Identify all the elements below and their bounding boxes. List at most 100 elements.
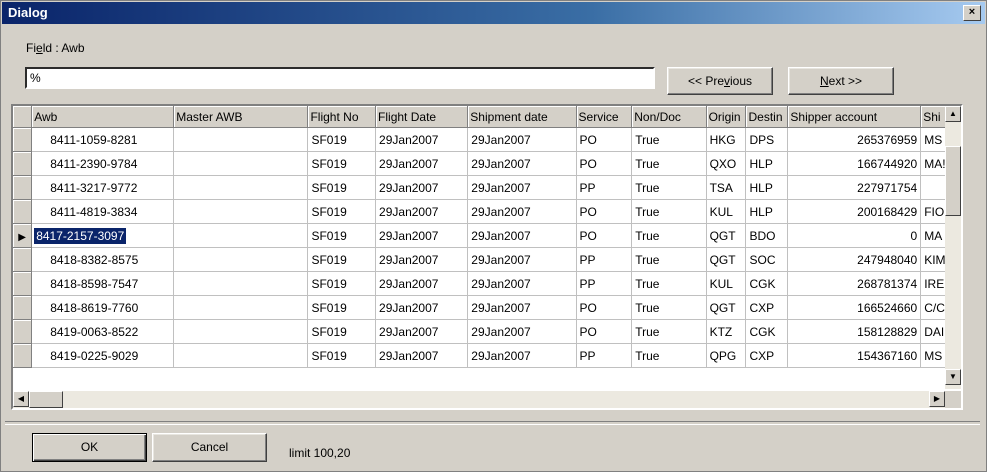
table-cell[interactable]: KUL — [706, 271, 747, 296]
table-cell[interactable]: 29Jan2007 — [375, 199, 469, 224]
horizontal-scrollbar[interactable]: ◀ ▶ — [13, 391, 945, 408]
column-header[interactable]: Service — [576, 106, 633, 128]
table-cell[interactable]: 29Jan2007 — [375, 223, 469, 248]
table-cell[interactable]: 29Jan2007 — [375, 247, 469, 272]
table-cell[interactable]: 29Jan2007 — [467, 127, 577, 152]
column-header[interactable]: Awb — [31, 106, 175, 128]
row-indicator[interactable] — [13, 175, 33, 200]
table-cell[interactable]: 29Jan2007 — [467, 247, 577, 272]
horizontal-scroll-thumb[interactable] — [29, 391, 63, 408]
table-cell[interactable]: QPG — [706, 343, 747, 368]
table-cell[interactable]: 8418-8382-8575 — [31, 247, 175, 272]
table-cell[interactable]: SF019 — [307, 223, 377, 248]
table-cell[interactable]: CGK — [745, 271, 789, 296]
table-cell[interactable]: SF019 — [307, 151, 377, 176]
table-cell[interactable]: 166524660 — [787, 295, 922, 320]
table-cell[interactable]: 166744920 — [787, 151, 922, 176]
table-cell[interactable]: 29Jan2007 — [375, 319, 469, 344]
table-cell[interactable]: SOC — [745, 247, 789, 272]
table-cell[interactable]: 29Jan2007 — [375, 175, 469, 200]
table-row[interactable]: 8419-0063-8522 SF019 29Jan2007 29Jan2007 PO T… — [13, 319, 961, 344]
table-cell[interactable]: SF019 — [307, 295, 377, 320]
table-cell[interactable]: SF019 — [307, 127, 377, 152]
column-header[interactable]: Non/Doc — [631, 106, 707, 128]
table-cell[interactable]: True — [631, 247, 707, 272]
row-indicator[interactable]: ▶ — [13, 223, 33, 248]
table-cell[interactable]: KUL — [706, 199, 747, 224]
table-cell[interactable]: True — [631, 319, 707, 344]
table-cell[interactable]: HLP — [745, 151, 789, 176]
table-cell[interactable]: PP — [576, 271, 633, 296]
table-cell[interactable]: SF019 — [307, 343, 377, 368]
column-header[interactable]: Master AWB — [173, 106, 309, 128]
table-cell[interactable] — [173, 271, 309, 296]
table-cell[interactable]: True — [631, 295, 707, 320]
arrow-up-icon[interactable]: ▲ — [945, 106, 961, 122]
table-row[interactable]: 8418-8619-7760 SF019 29Jan2007 29Jan2007 PO T… — [13, 295, 961, 320]
table-cell[interactable]: HKG — [706, 127, 747, 152]
table-cell[interactable]: SF019 — [307, 199, 377, 224]
table-cell[interactable]: 268781374 — [787, 271, 922, 296]
table-cell[interactable]: 227971754 — [787, 175, 922, 200]
table-cell[interactable]: PO — [576, 319, 633, 344]
table-cell[interactable]: 29Jan2007 — [467, 199, 577, 224]
table-cell[interactable]: 29Jan2007 — [467, 175, 577, 200]
table-row[interactable]: ▶ 8417-2157-3097 SF019 29Jan2007 29Jan2007 PO… — [13, 223, 961, 248]
search-input[interactable] — [25, 67, 655, 89]
table-cell[interactable]: 0 — [787, 223, 922, 248]
column-header[interactable]: Origin — [706, 106, 747, 128]
table-row[interactable]: 8411-3217-9772 SF019 29Jan2007 29Jan2007 PP T… — [13, 175, 961, 200]
row-indicator[interactable] — [13, 319, 33, 344]
column-header[interactable]: Flight No — [307, 106, 377, 128]
table-cell[interactable]: True — [631, 271, 707, 296]
table-row[interactable]: 8411-1059-8281 SF019 29Jan2007 29Jan2007 PO T… — [13, 127, 961, 152]
table-cell[interactable]: PO — [576, 223, 633, 248]
table-cell[interactable] — [173, 295, 309, 320]
table-cell[interactable]: True — [631, 151, 707, 176]
table-cell[interactable] — [173, 199, 309, 224]
table-cell[interactable]: True — [631, 223, 707, 248]
table-row[interactable]: 8419-0225-9029 SF019 29Jan2007 29Jan2007 PP T… — [13, 343, 961, 368]
row-indicator[interactable] — [13, 271, 33, 296]
table-cell[interactable]: 29Jan2007 — [467, 295, 577, 320]
row-indicator[interactable] — [13, 295, 33, 320]
column-header[interactable]: Destin — [745, 106, 789, 128]
table-cell[interactable]: PP — [576, 247, 633, 272]
table-cell[interactable]: PO — [576, 127, 633, 152]
arrow-right-icon[interactable]: ▶ — [929, 391, 945, 407]
table-cell[interactable]: CXP — [745, 295, 789, 320]
table-row[interactable]: 8411-4819-3834 SF019 29Jan2007 29Jan2007 PO T… — [13, 199, 961, 224]
table-cell[interactable]: 8419-0063-8522 — [31, 319, 175, 344]
table-cell[interactable]: 29Jan2007 — [467, 151, 577, 176]
table-cell[interactable]: 158128829 — [787, 319, 922, 344]
column-header[interactable]: Shipper account — [787, 106, 922, 128]
table-cell[interactable] — [173, 343, 309, 368]
next-button[interactable]: Next >> — [788, 67, 894, 95]
table-cell[interactable]: 8411-1059-8281 — [31, 127, 175, 152]
table-cell[interactable]: 29Jan2007 — [375, 295, 469, 320]
table-cell[interactable]: 29Jan2007 — [467, 343, 577, 368]
table-row[interactable]: 8418-8382-8575 SF019 29Jan2007 29Jan2007 PP T… — [13, 247, 961, 272]
table-cell[interactable]: 8411-4819-3834 — [31, 199, 175, 224]
row-indicator[interactable] — [13, 343, 33, 368]
table-cell[interactable]: PO — [576, 295, 633, 320]
close-icon[interactable]: × — [963, 5, 981, 21]
vertical-scrollbar[interactable]: ▲ ▼ — [945, 106, 961, 389]
table-cell[interactable]: QGT — [706, 223, 747, 248]
table-cell[interactable]: 29Jan2007 — [375, 271, 469, 296]
table-cell[interactable]: PP — [576, 175, 633, 200]
table-cell[interactable]: True — [631, 343, 707, 368]
table-cell[interactable]: BDO — [745, 223, 789, 248]
table-cell[interactable] — [173, 319, 309, 344]
table-cell[interactable]: QXO — [706, 151, 747, 176]
table-cell[interactable] — [173, 151, 309, 176]
table-cell[interactable]: 154367160 — [787, 343, 922, 368]
table-cell[interactable]: 8419-0225-9029 — [31, 343, 175, 368]
table-cell[interactable]: TSA — [706, 175, 747, 200]
table-cell[interactable]: DPS — [745, 127, 789, 152]
ok-button[interactable]: OK — [32, 433, 147, 462]
table-cell[interactable]: SF019 — [307, 271, 377, 296]
table-cell[interactable]: KTZ — [706, 319, 747, 344]
table-cell[interactable]: 29Jan2007 — [375, 127, 469, 152]
table-cell[interactable]: 8411-2390-9784 — [31, 151, 175, 176]
